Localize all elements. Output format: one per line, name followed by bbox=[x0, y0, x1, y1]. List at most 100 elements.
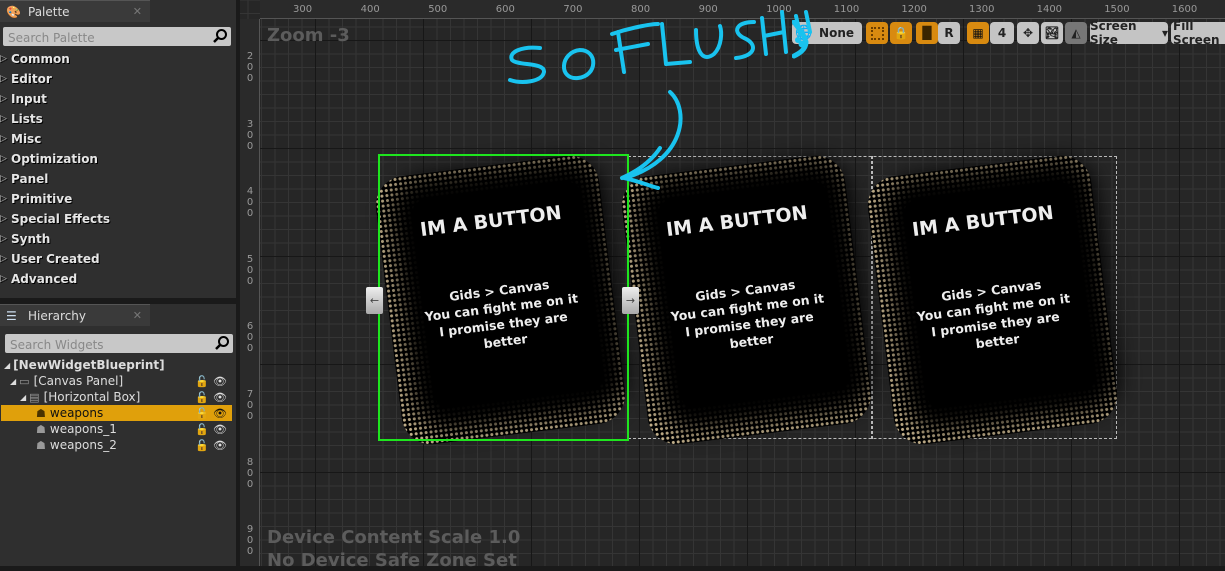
category-label: Panel bbox=[11, 172, 49, 186]
tab-label: Palette bbox=[28, 4, 70, 19]
hierarchy-row[interactable]: ☗ weapons 🔓 👁 bbox=[1, 405, 232, 421]
row-label: [Horizontal Box] bbox=[43, 390, 141, 404]
outline-toggle[interactable] bbox=[866, 22, 888, 44]
eye-icon[interactable]: 👁 bbox=[213, 423, 227, 436]
palette-category[interactable]: ▷ Common bbox=[0, 49, 70, 69]
palette-search[interactable] bbox=[3, 27, 231, 48]
category-label: Advanced bbox=[11, 272, 78, 286]
palette-category[interactable]: ▷ Advanced bbox=[0, 269, 77, 289]
move-left-button[interactable]: ← bbox=[366, 287, 383, 314]
search-icon bbox=[213, 29, 227, 43]
palette-category[interactable]: ▷ Primitive bbox=[0, 189, 72, 209]
palette-category[interactable]: ▷ User Created bbox=[0, 249, 100, 269]
ruler-tick-label: 300 bbox=[293, 4, 313, 15]
selected-widget-outline[interactable] bbox=[378, 154, 629, 441]
lock-icon[interactable]: 🔓 bbox=[195, 375, 209, 388]
collapse-arrow-icon: ◢ bbox=[10, 376, 17, 386]
palette-category[interactable]: ▷ Input bbox=[0, 89, 47, 109]
ruler-tick-label: 0 bbox=[246, 467, 254, 479]
close-icon[interactable]: ✕ bbox=[133, 5, 142, 18]
palette-category[interactable]: ▷ Synth bbox=[0, 229, 50, 249]
annotation-stroke bbox=[792, 20, 809, 59]
palette-category[interactable]: ▷ Editor bbox=[0, 69, 52, 89]
hierarchy-tab[interactable]: ☰ Hierarchy ✕ bbox=[0, 304, 150, 326]
screen-size-dropdown[interactable]: Screen Size ▾ bbox=[1090, 19, 1168, 47]
fill-screen-dropdown[interactable]: Fill Screen bbox=[1171, 22, 1225, 44]
weapon-button-card[interactable]: IM A BUTTON Gids > Canvas You can fight me… bbox=[618, 152, 875, 448]
palette-category[interactable]: ▷ Special Effects bbox=[0, 209, 110, 229]
background-button[interactable]: 🏞 bbox=[1041, 22, 1063, 44]
lock-icon[interactable]: 🔓 bbox=[195, 423, 209, 436]
hierarchy-row[interactable]: ☗ weapons_2 🔓 👁 bbox=[1, 437, 232, 453]
safe-zone-label: No Device Safe Zone Set bbox=[267, 550, 517, 571]
row-label: [NewWidgetBlueprint] bbox=[13, 358, 165, 372]
ruler-tick-label: 0 bbox=[246, 197, 254, 209]
lock-icon[interactable]: 🔓 bbox=[195, 407, 209, 420]
search-input[interactable] bbox=[3, 28, 203, 48]
eye-icon[interactable]: 👁 bbox=[213, 407, 227, 420]
palette-category[interactable]: ▷ Lists bbox=[0, 109, 43, 129]
palette-category[interactable]: ▷ Misc bbox=[0, 129, 41, 149]
ruler-tick-label: 0 bbox=[246, 400, 254, 411]
expand-arrow-icon: ▷ bbox=[0, 214, 7, 224]
expand-arrow-icon: ▷ bbox=[0, 54, 7, 64]
ruler-tick-label: 0 bbox=[246, 62, 254, 73]
lock-icon[interactable]: 🔓 bbox=[195, 391, 209, 404]
hierarchy-row[interactable]: ☗ weapons_1 🔓 👁 bbox=[1, 421, 232, 437]
palette-category[interactable]: ▷ Panel bbox=[0, 169, 48, 189]
expand-arrow-icon: ▷ bbox=[0, 114, 7, 124]
expand-arrow-icon: ▷ bbox=[0, 254, 7, 264]
ruler-tick-label: 6 bbox=[246, 321, 254, 333]
ruler-tick-label: 3 bbox=[246, 118, 254, 130]
widget-type-icon: ▤ bbox=[29, 390, 40, 404]
widget-type-icon: ☗ bbox=[36, 438, 46, 452]
palette-category[interactable]: ▷ Optimization bbox=[0, 149, 98, 169]
hierarchy-search[interactable] bbox=[5, 334, 233, 355]
ruler-tick-label: 8 bbox=[246, 456, 254, 468]
ruler-tick-label: 1400 bbox=[1036, 4, 1063, 15]
ruler-tick-label: 0 bbox=[246, 264, 254, 276]
tab-label: Hierarchy bbox=[28, 308, 87, 323]
ruler-tick-label: 0 bbox=[246, 332, 254, 344]
lock-icon: 🔒 bbox=[893, 26, 909, 40]
move-button[interactable]: ✥ bbox=[1017, 22, 1039, 44]
widget-type-icon: ▭ bbox=[19, 374, 30, 388]
row-label: weapons_2 bbox=[49, 438, 117, 452]
category-label: Input bbox=[11, 92, 47, 106]
ruler-tick-label: 1300 bbox=[969, 4, 995, 15]
ruler-tick-label: 0 bbox=[246, 129, 254, 141]
category-label: Optimization bbox=[11, 152, 98, 166]
flip-button[interactable]: ◭ bbox=[1065, 22, 1087, 44]
weapon-button-card[interactable]: IM A BUTTON Gids > Canvas You can fight me… bbox=[864, 152, 1121, 448]
lock-icon[interactable]: 🔓 bbox=[195, 439, 209, 452]
hierarchy-row[interactable]: ◢ ▤ [Horizontal Box] 🔓 👁 bbox=[1, 389, 232, 405]
category-label: Misc bbox=[11, 132, 42, 146]
expand-arrow-icon: ▷ bbox=[0, 74, 7, 84]
ruler-tick-label: 2 bbox=[246, 51, 254, 62]
hierarchy-row[interactable]: ◢ [NewWidgetBlueprint] bbox=[1, 357, 232, 373]
grid-size-dropdown[interactable]: 4 bbox=[990, 22, 1014, 44]
so-flush-annotation bbox=[508, 10, 812, 190]
expand-arrow-icon: ▷ bbox=[0, 274, 7, 284]
hierarchy-row[interactable]: ◢ ▭ [Canvas Panel] 🔓 👁 bbox=[1, 373, 232, 389]
ruler-tick-label: 400 bbox=[360, 4, 380, 15]
category-label: Editor bbox=[11, 72, 52, 86]
r-button[interactable]: R bbox=[938, 22, 960, 44]
palette-tab[interactable]: 🎨 Palette ✕ bbox=[0, 0, 150, 22]
ruler-tick-label: 9 bbox=[246, 524, 254, 536]
expand-arrow-icon: ▷ bbox=[0, 194, 7, 204]
widget-type-icon: ☗ bbox=[36, 406, 46, 420]
image-icon: 🏞 bbox=[1044, 26, 1060, 40]
grid-snap-toggle[interactable]: ▦ bbox=[967, 22, 989, 44]
move-right-button[interactable]: → bbox=[622, 287, 639, 314]
search-input[interactable] bbox=[5, 335, 205, 355]
lock-toggle[interactable]: 🔒 bbox=[890, 22, 912, 44]
eye-icon[interactable]: 👁 bbox=[213, 439, 227, 452]
eye-icon[interactable]: 👁 bbox=[213, 391, 227, 404]
respect-locks-toggle[interactable]: ▐▌ bbox=[916, 22, 938, 44]
ruler-tick-label: 7 bbox=[246, 389, 254, 400]
close-icon[interactable]: ✕ bbox=[133, 309, 142, 322]
category-label: User Created bbox=[11, 252, 100, 266]
eye-icon[interactable]: 👁 bbox=[213, 375, 227, 388]
list-icon: ☰ bbox=[6, 308, 17, 323]
